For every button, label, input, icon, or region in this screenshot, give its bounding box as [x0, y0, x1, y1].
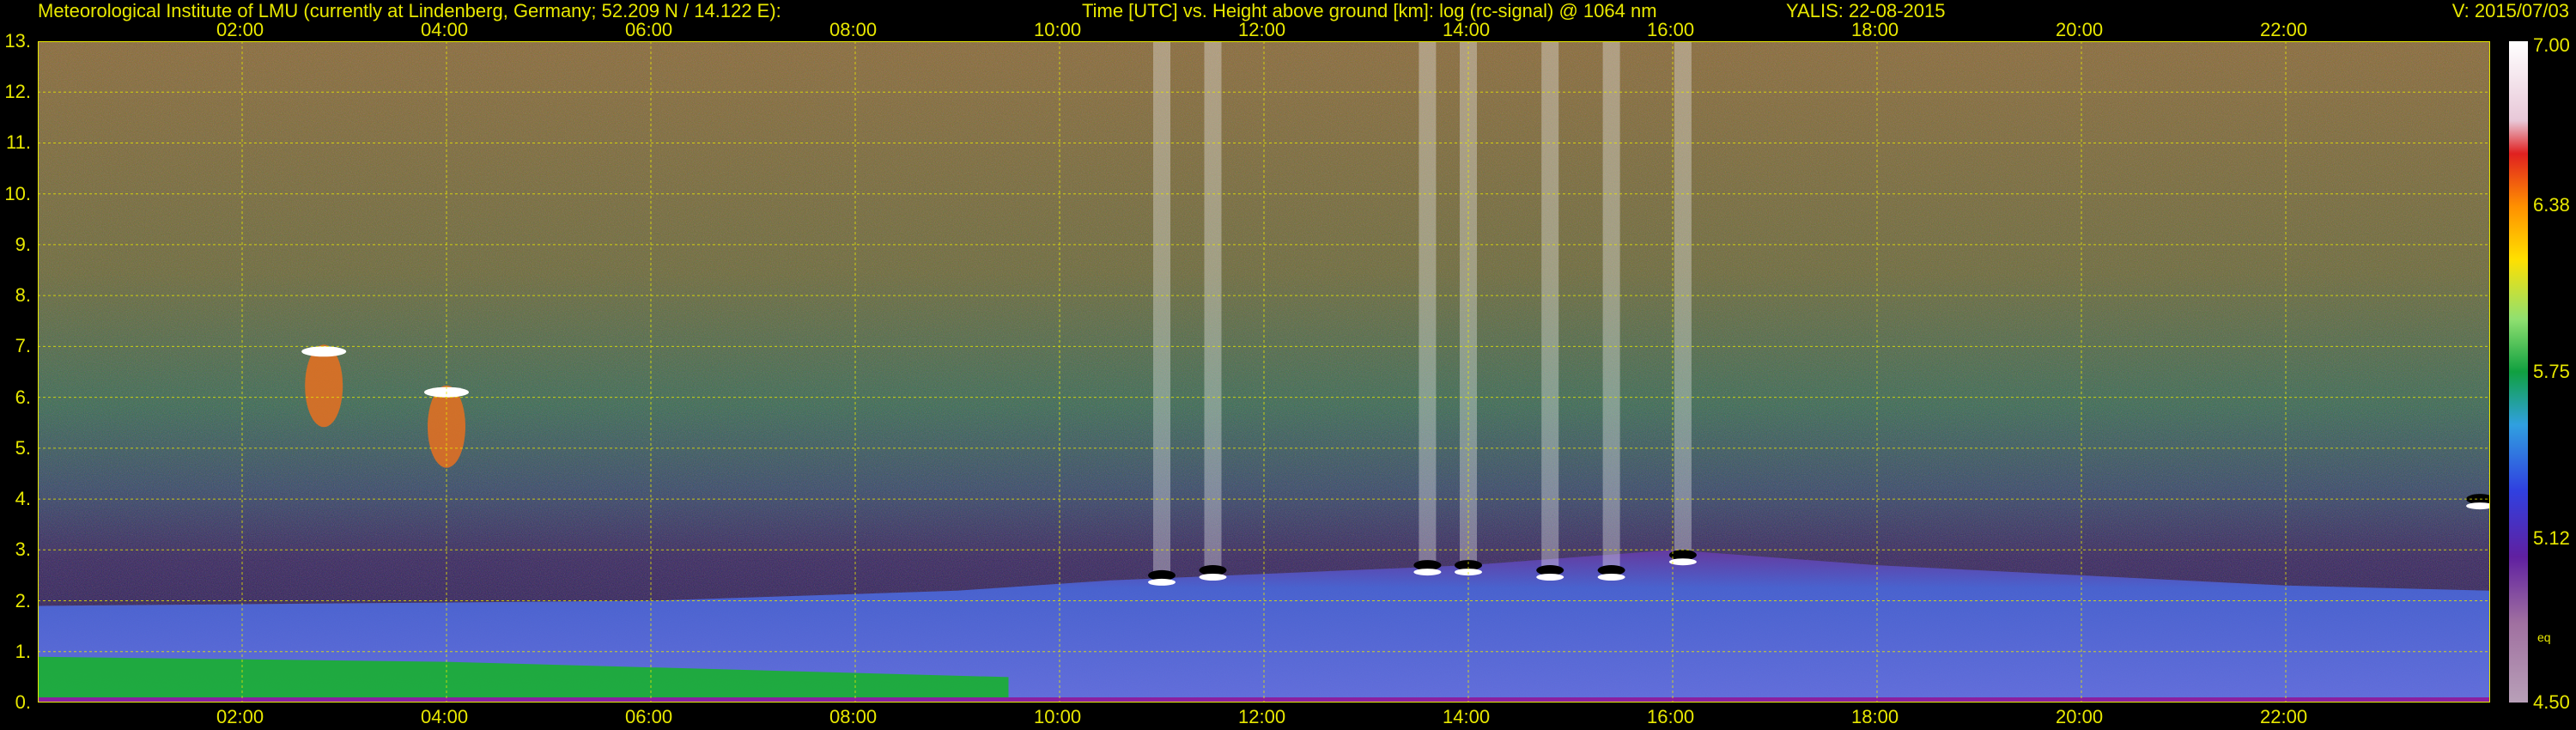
colorbar-eq-label: eq	[2537, 630, 2551, 644]
cloud-top-3	[1199, 574, 1227, 581]
x-tick-top-10: 22:00	[2260, 19, 2308, 40]
x-tick-bottom-0: 02:00	[216, 706, 264, 727]
x-tick-top-9: 20:00	[2056, 19, 2104, 40]
colorbar-tick-0: 7.00	[2533, 34, 2570, 56]
y-tick-5: 5.	[15, 436, 31, 459]
x-tick-top-0: 02:00	[216, 19, 264, 40]
y-tick-13: 13.	[4, 30, 31, 52]
y-axis-labels: 0. 1. 2. 3. 4. 5. 6. 7. 8. 9. 10. 11. 12. 13.	[0, 0, 34, 730]
cloud-column-7	[1602, 41, 1620, 570]
cloud-top-6	[1536, 574, 1564, 581]
x-tick-top-2: 06:00	[625, 19, 673, 40]
cloud-top-8	[1668, 558, 1697, 566]
y-tick-0: 0.	[15, 691, 31, 713]
header-title: Time [UTC] vs. Height above ground [km]:…	[1082, 0, 1657, 21]
x-tick-bottom-7: 16:00	[1647, 706, 1695, 727]
x-tick-bottom-9: 20:00	[2056, 706, 2104, 727]
y-tick-7: 7.	[15, 335, 31, 357]
cloud-top-7	[1597, 574, 1625, 581]
cloud-column-3	[1204, 41, 1222, 570]
x-tick-bottom-4: 10:00	[1034, 706, 1082, 727]
colorbar-tick-2: 5.75	[2533, 361, 2570, 382]
x-tick-bottom-5: 12:00	[1238, 706, 1286, 727]
cloud-column-4	[1419, 41, 1437, 566]
x-tick-top-8: 18:00	[1851, 19, 1899, 40]
x-tick-bottom-3: 08:00	[829, 706, 878, 727]
x-tick-bottom-2: 06:00	[625, 706, 673, 727]
x-tick-top-7: 16:00	[1647, 19, 1695, 40]
y-tick-6: 6.	[15, 386, 31, 408]
x-tick-bottom-6: 14:00	[1443, 706, 1491, 727]
y-tick-10: 10.	[4, 182, 31, 204]
colorbar	[2509, 41, 2528, 703]
lidar-heatmap	[38, 41, 2490, 703]
y-tick-12: 12.	[4, 81, 31, 103]
cloud-column-2	[1153, 41, 1170, 575]
y-tick-9: 9.	[15, 233, 31, 255]
y-tick-1: 1.	[15, 640, 31, 662]
cloud-top-2	[1148, 578, 1176, 586]
x-tick-bottom-8: 18:00	[1851, 706, 1899, 727]
colorbar-tick-1: 6.38	[2533, 193, 2570, 216]
x-tick-bottom-1: 04:00	[421, 706, 469, 727]
x-tick-top-4: 10:00	[1034, 19, 1082, 40]
y-tick-3: 3.	[15, 538, 31, 561]
y-tick-8: 8.	[15, 284, 31, 307]
y-tick-4: 4.	[15, 488, 31, 510]
y-tick-11: 11.	[6, 131, 31, 154]
cloud-top-4	[1413, 569, 1442, 576]
cloud-column-6	[1541, 41, 1559, 570]
y-tick-2: 2.	[15, 589, 31, 611]
x-tick-top-6: 14:00	[1443, 19, 1491, 40]
x-tick-top-1: 04:00	[421, 19, 469, 40]
x-tick-bottom-10: 22:00	[2260, 706, 2308, 727]
colorbar-tick-4: 4.50	[2533, 691, 2570, 713]
x-tick-top-5: 12:00	[1238, 19, 1286, 40]
header-version: V: 2015/07/03	[2451, 0, 2569, 21]
cloud-column-8	[1674, 41, 1692, 556]
cloud-0	[305, 344, 343, 428]
colorbar-tick-3: 5.12	[2533, 527, 2570, 550]
x-tick-top-3: 08:00	[829, 19, 878, 40]
cloud-top-0	[301, 346, 347, 357]
